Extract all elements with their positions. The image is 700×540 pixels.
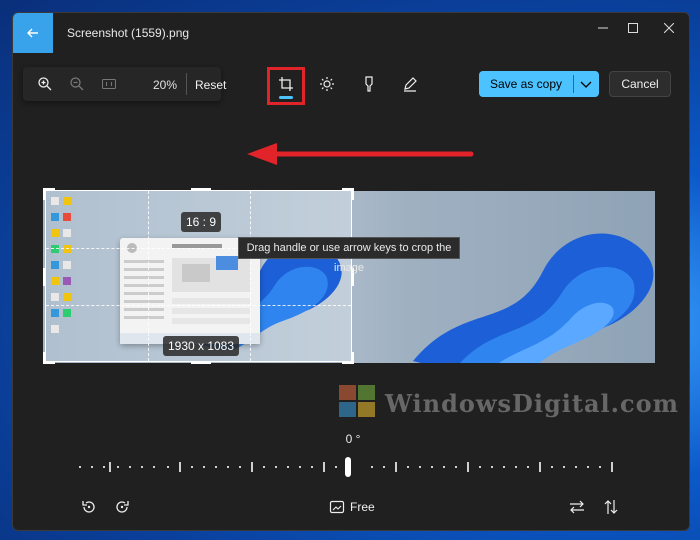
crop-handle-bottom[interactable] xyxy=(191,361,211,364)
crop-handle-top-right[interactable] xyxy=(351,188,354,200)
aspect-ratio-icon xyxy=(329,500,345,514)
crop-tooltip: Drag handle or use arrow keys to crop th… xyxy=(238,237,460,274)
zoom-out-icon[interactable] xyxy=(69,76,85,92)
active-tool-indicator xyxy=(279,96,293,99)
rotate-left-icon xyxy=(82,501,95,513)
rotate-right-icon xyxy=(116,501,129,513)
brightness-icon xyxy=(320,77,334,91)
aspect-ratio-badge: 16 : 9 xyxy=(181,212,221,232)
zoom-level: 20% xyxy=(153,78,178,92)
split-divider xyxy=(573,75,574,93)
maximize-icon xyxy=(628,23,638,33)
filter-tool-button[interactable] xyxy=(358,73,380,95)
crop-handle-top-left[interactable] xyxy=(43,188,46,200)
reset-button[interactable]: Reset xyxy=(195,78,226,92)
flip-vertical-icon xyxy=(604,500,618,514)
aspect-ratio-label[interactable]: Free xyxy=(350,500,375,514)
crop-gridline xyxy=(250,191,251,361)
desktop-icons-image xyxy=(51,197,71,333)
chevron-down-icon[interactable] xyxy=(577,76,595,92)
crop-handle-top[interactable] xyxy=(191,188,211,191)
window-title: Screenshot (1559).png xyxy=(67,26,190,40)
back-button[interactable] xyxy=(13,13,53,53)
rotate-left-button[interactable] xyxy=(78,496,100,518)
zoom-in-icon[interactable] xyxy=(37,76,53,92)
crop-handle-bottom-right[interactable] xyxy=(351,352,354,364)
flip-horizontal-button[interactable] xyxy=(566,496,588,518)
zoom-toolbar: 20% Reset xyxy=(23,67,226,101)
bloom-wallpaper-image xyxy=(413,233,654,363)
crop-size-badge: 1930 x 1083 xyxy=(163,336,239,356)
watermark: WindowsDigital.com xyxy=(339,383,689,423)
rotation-slider-thumb[interactable] xyxy=(345,457,351,477)
markup-pen-icon xyxy=(404,77,417,92)
flip-vertical-button[interactable] xyxy=(600,496,622,518)
rotate-right-button[interactable] xyxy=(111,496,133,518)
crop-tool-highlight xyxy=(267,67,305,105)
close-button[interactable] xyxy=(651,13,687,43)
cancel-button[interactable]: Cancel xyxy=(609,71,671,97)
arrow-left-icon xyxy=(27,28,38,38)
minimize-icon xyxy=(598,27,608,29)
save-as-copy-label: Save as copy xyxy=(489,77,563,91)
crop-handle-bottom-left[interactable] xyxy=(43,352,46,364)
annotation-arrow-icon xyxy=(247,143,474,165)
crop-handle-left[interactable] xyxy=(43,268,46,286)
divider xyxy=(186,73,187,95)
adjustment-tool-button[interactable] xyxy=(316,73,338,95)
actual-size-icon[interactable] xyxy=(101,76,117,92)
windowsdigital-logo-icon xyxy=(339,385,375,417)
crop-gridline xyxy=(46,305,351,306)
markup-tool-button[interactable] xyxy=(399,73,421,95)
rotation-angle: 0 ° xyxy=(345,432,361,446)
filter-icon xyxy=(365,76,373,92)
save-as-copy-button[interactable]: Save as copy xyxy=(479,71,599,97)
close-icon xyxy=(664,23,674,33)
aspect-ratio-button[interactable] xyxy=(326,496,348,518)
flip-horizontal-icon xyxy=(570,500,584,514)
watermark-text: WindowsDigital.com xyxy=(385,389,680,418)
title-bar: Screenshot (1559).png xyxy=(13,13,689,53)
crop-gridline xyxy=(148,191,149,361)
photos-editor-window: Screenshot (1559).png 20% Reset Save as … xyxy=(12,12,690,531)
maximize-button[interactable] xyxy=(615,13,651,43)
